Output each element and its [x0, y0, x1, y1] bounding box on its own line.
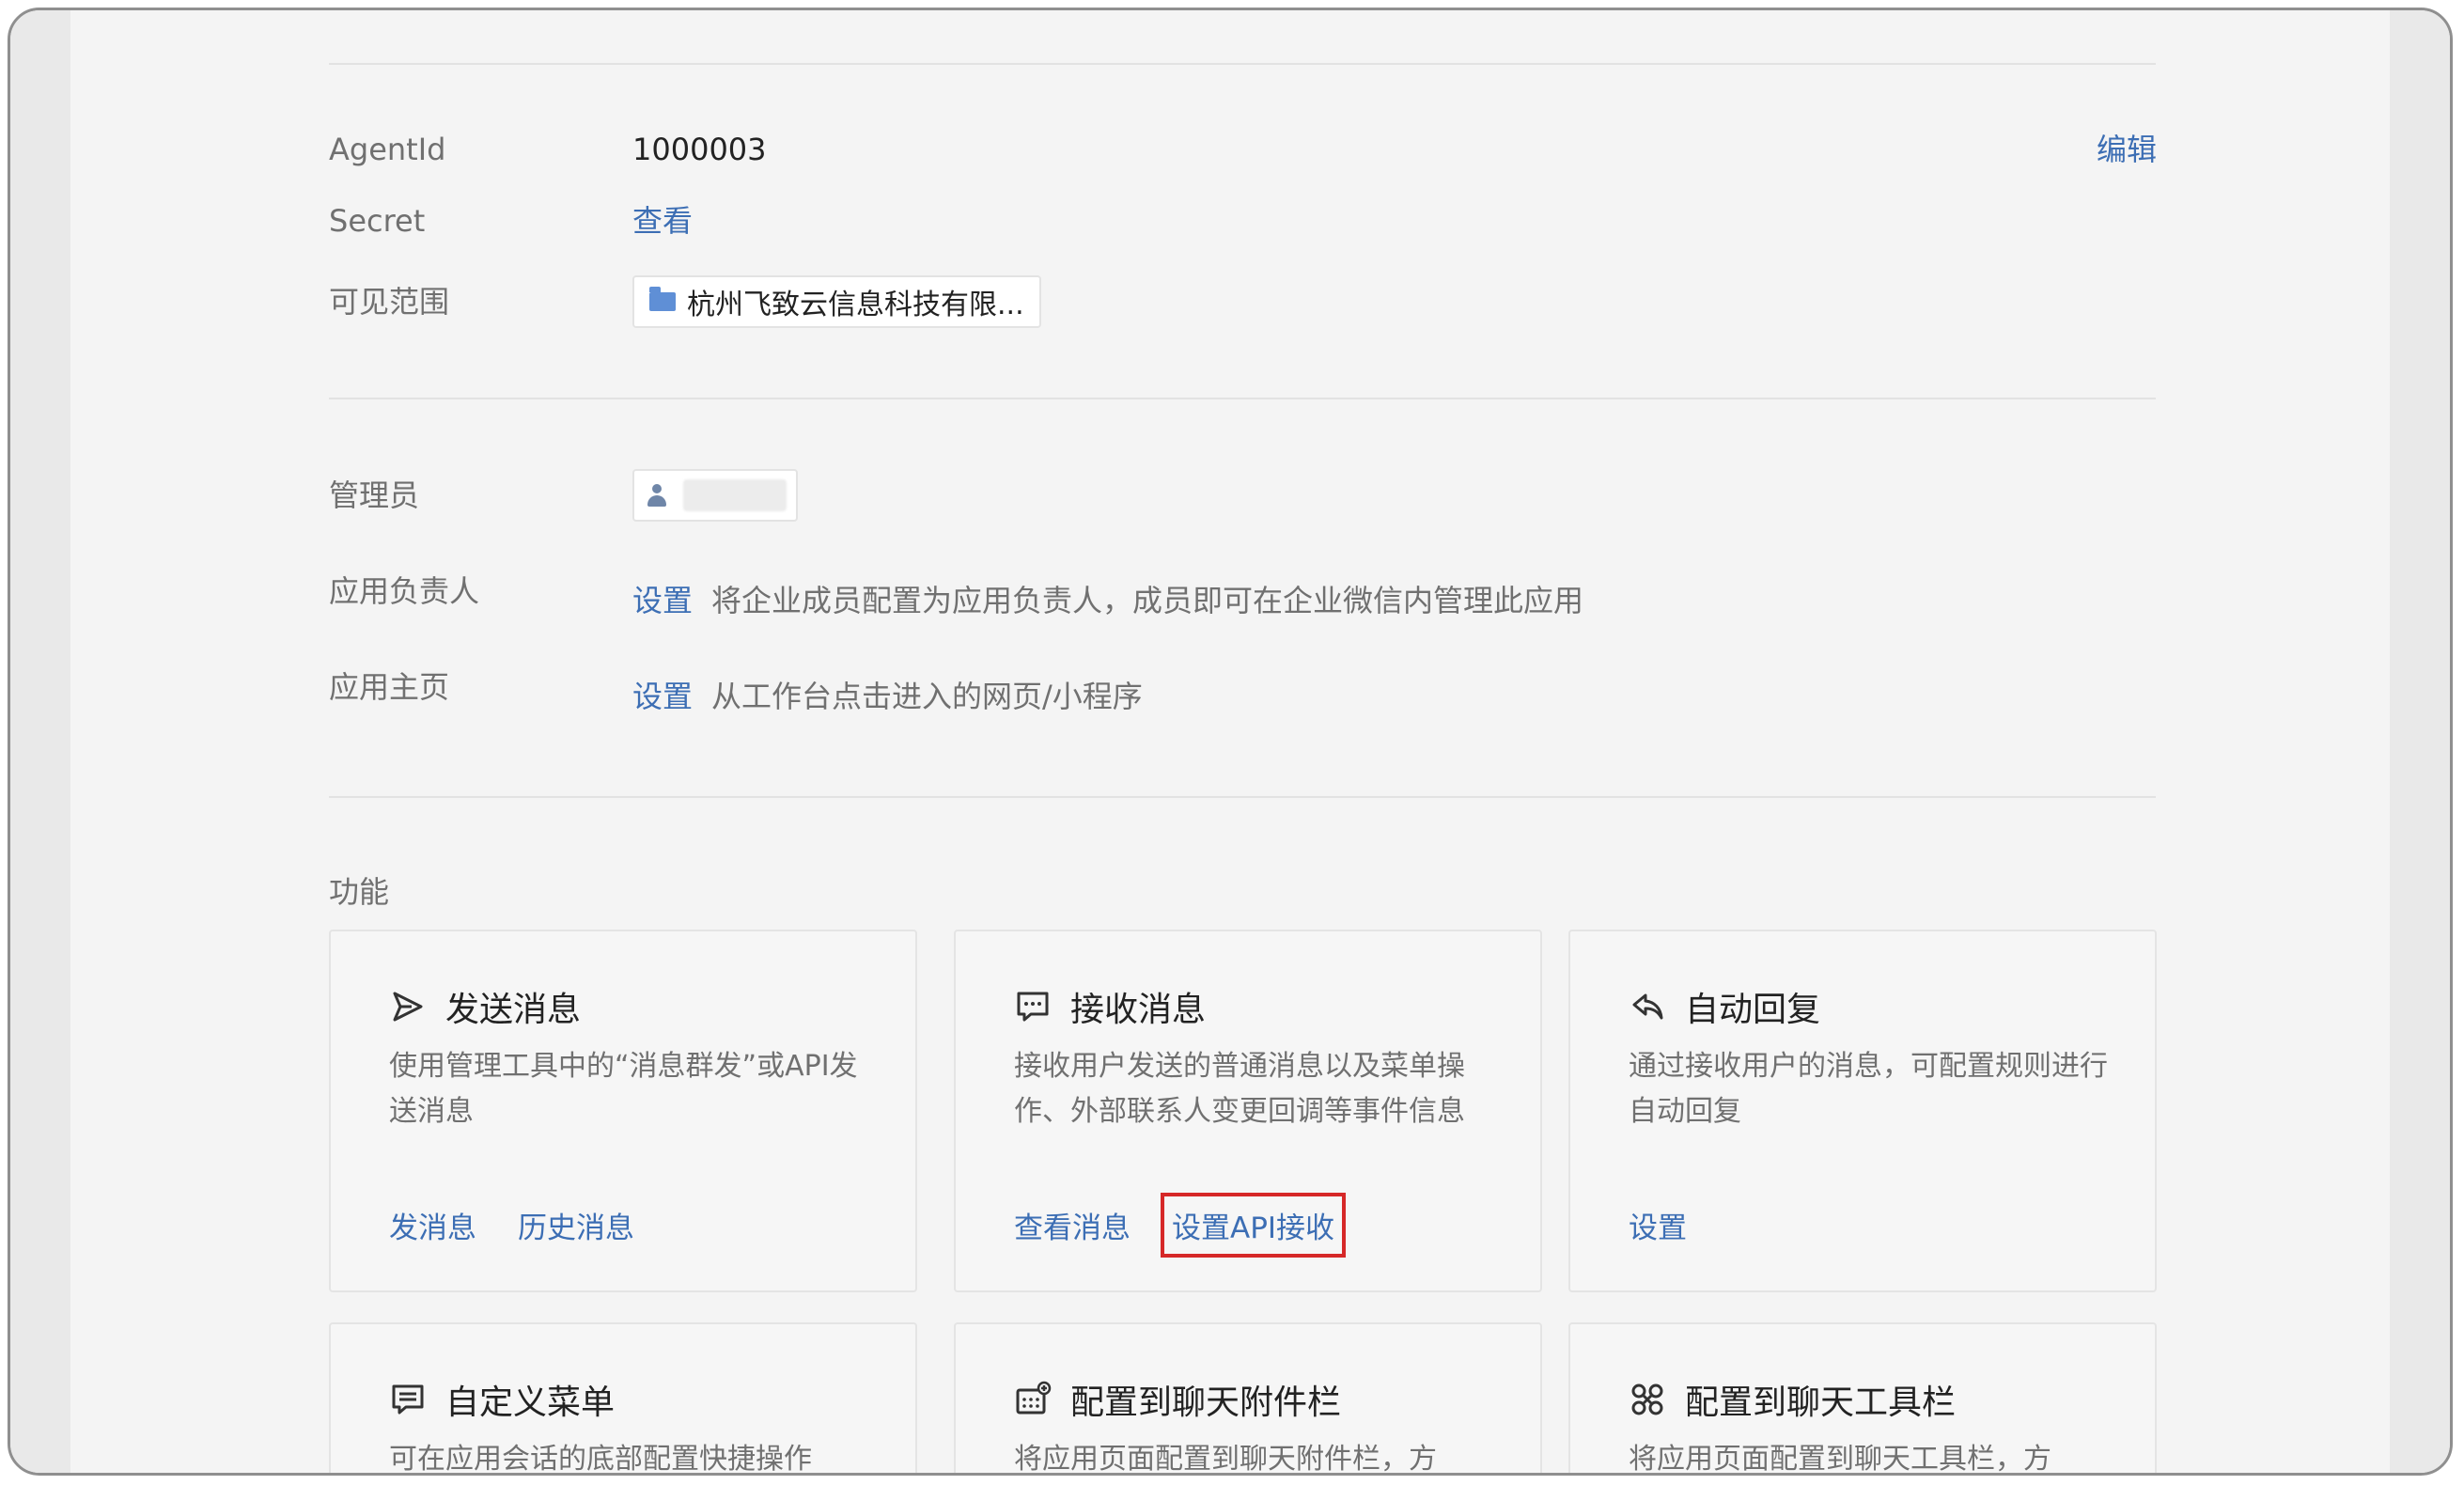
- card-title: 发送消息: [445, 991, 582, 1029]
- card-description: 通过接收用户的消息，可配置规则进行自动回复: [1629, 1050, 2108, 1128]
- homepage-row: 设置 从工作台点击进入的网页/小程序: [632, 678, 1143, 715]
- folder-icon: [649, 287, 676, 311]
- card-description: 将应用页面配置到聊天工具栏，方: [1629, 1443, 2051, 1476]
- browser-window: AgentId 1000003 编辑 Secret 查看 可见范围 杭州飞致云信…: [8, 8, 2453, 1476]
- admin-name-redacted: [683, 479, 787, 511]
- user-icon: [644, 482, 670, 508]
- edit-link[interactable]: 编辑: [2097, 131, 2157, 168]
- owner-row: 设置 将企业成员配置为应用负责人，成员即可在企业微信内管理此应用: [632, 582, 1583, 619]
- visible-range-label: 可见范围: [329, 284, 450, 320]
- feature-card-auto-reply: 自动回复 通过接收用户的消息，可配置规则进行自动回复 设置: [1568, 930, 2157, 1292]
- card-title: 自定义菜单: [445, 1383, 616, 1422]
- agentid-label: AgentId: [329, 132, 446, 167]
- feature-card-chat-attachment-bar: 配置到聊天附件栏 将应用页面配置到聊天附件栏，方: [954, 1322, 1542, 1476]
- divider: [329, 398, 2156, 399]
- feature-card-chat-toolbar: 配置到聊天工具栏 将应用页面配置到聊天工具栏，方: [1568, 1322, 2157, 1476]
- chat-bubble-icon: [1017, 992, 1049, 1022]
- feature-card-custom-menu: 自定义菜单 可在应用会话的底部配置快捷操作: [329, 1322, 917, 1476]
- attachment-bar-icon: [1016, 1381, 1052, 1415]
- features-label: 功能: [329, 874, 390, 910]
- visible-range-chip[interactable]: 杭州飞致云信息科技有限...: [632, 275, 1041, 328]
- reply-icon: [1632, 993, 1663, 1020]
- card-description: 使用管理工具中的“消息群发”或API发送消息: [389, 1050, 858, 1128]
- send-message-link[interactable]: 发消息: [389, 1204, 476, 1246]
- menu-icon: [392, 1384, 424, 1415]
- homepage-set-link[interactable]: 设置: [632, 679, 693, 714]
- card-description: 接收用户发送的普通消息以及菜单操作、外部联系人变更回调等事件信息: [1014, 1050, 1465, 1128]
- feature-card-send-message: 发送消息 使用管理工具中的“消息群发”或API发送消息 发消息 历史消息: [329, 930, 917, 1292]
- divider: [329, 796, 2156, 798]
- visible-range-value: 杭州飞致云信息科技有限...: [687, 289, 1024, 321]
- divider: [329, 63, 2156, 65]
- card-description: 将应用页面配置到聊天附件栏，方: [1014, 1443, 1437, 1476]
- card-title: 配置到聊天工具栏: [1685, 1383, 1957, 1422]
- view-messages-link[interactable]: 查看消息: [1014, 1204, 1131, 1246]
- owner-set-link[interactable]: 设置: [632, 583, 693, 618]
- owner-label: 应用负责人: [329, 573, 480, 609]
- homepage-label: 应用主页: [329, 669, 450, 705]
- homepage-hint: 从工作台点击进入的网页/小程序: [711, 679, 1143, 714]
- card-title: 自动回复: [1685, 991, 1821, 1029]
- secret-label: Secret: [329, 203, 426, 239]
- owner-hint: 将企业成员配置为应用负责人，成员即可在企业微信内管理此应用: [711, 583, 1584, 618]
- agentid-value: 1000003: [632, 132, 767, 167]
- card-title: 配置到聊天附件栏: [1070, 1383, 1342, 1422]
- card-title: 接收消息: [1070, 991, 1207, 1029]
- secret-view-link[interactable]: 查看: [632, 202, 693, 240]
- toolbar-icon: [1631, 1383, 1663, 1415]
- history-message-link[interactable]: 历史消息: [518, 1204, 634, 1246]
- admin-chip[interactable]: [632, 469, 798, 522]
- send-icon: [393, 992, 423, 1022]
- auto-reply-set-link[interactable]: 设置: [1629, 1204, 1687, 1246]
- app-detail-content: AgentId 1000003 编辑 Secret 查看 可见范围 杭州飞致云信…: [10, 10, 2450, 1473]
- card-description: 可在应用会话的底部配置快捷操作: [389, 1443, 812, 1476]
- feature-card-receive-message: 接收消息 接收用户发送的普通消息以及菜单操作、外部联系人变更回调等事件信息 查看…: [954, 930, 1542, 1292]
- set-api-receive-link[interactable]: 设置API接收: [1160, 1193, 1347, 1258]
- admin-label: 管理员: [329, 477, 420, 513]
